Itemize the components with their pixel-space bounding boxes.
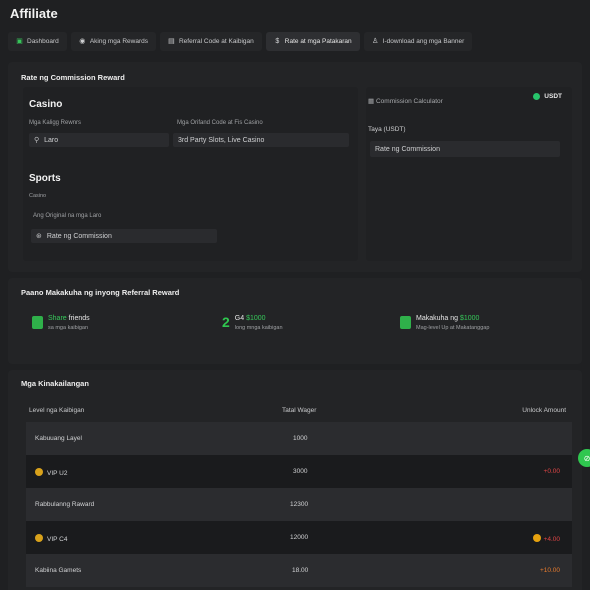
step-wager: 2 G4 $1000 long mnga kaibigan	[222, 315, 283, 331]
header-unlock: Unlock Amount	[522, 407, 566, 414]
tab-bar: ▣ Dashboard ◉ Aking mga Rewards ▤ Referr…	[8, 32, 473, 51]
support-chat-button[interactable]: ⊘	[578, 449, 590, 467]
table-row: VIP U2 3000 +0.00	[26, 455, 572, 488]
requirements-section: Mga Kinakailangan Level nga Kaibigan Tat…	[8, 370, 582, 590]
table-row: VIP C4 12000 +4.00	[26, 521, 572, 554]
cell-wager: 12000	[290, 534, 309, 541]
cell-unlock: +10.00	[539, 567, 560, 574]
step-number: 2	[222, 314, 230, 330]
currency-selector[interactable]: USDT	[533, 93, 562, 100]
cell-level: VIP U2	[35, 468, 67, 477]
vip-medal-icon	[35, 468, 43, 476]
gift-icon	[400, 316, 411, 329]
commission-rates-panel: Casino Mga Kaligg Rewnrs Mga Orifand Cod…	[23, 87, 358, 261]
cell-level: Kabuuang Layel	[35, 435, 82, 442]
dashboard-icon: ▣	[16, 38, 23, 45]
section-title: Rate ng Commission Reward	[21, 73, 125, 82]
header-level: Level nga Kaibigan	[29, 407, 85, 414]
step-desc: Mag-level Up at Makatanggap	[416, 325, 490, 331]
table-row: Kabiina Gamets 18.00 +10.00	[26, 554, 572, 587]
commission-rate-field[interactable]: ⊛ Rate ng Commission	[31, 229, 217, 243]
taya-label: Taya (USDT)	[368, 126, 406, 133]
tab-label: Aking mga Rewards	[89, 38, 148, 45]
rewards-label: Mga Kaligg Rewnrs	[29, 120, 82, 126]
tab-label: Referral Code at Kaibigan	[178, 38, 254, 45]
calculator-rate-field[interactable]: Rate ng Commission	[370, 141, 560, 157]
tab-referral[interactable]: ▤ Referral Code at Kaibigan	[159, 32, 262, 51]
cell-level: Kabiina Gamets	[35, 567, 82, 574]
page-title: Affiliate	[10, 6, 58, 21]
person-icon: ♙	[372, 38, 379, 45]
table-header: Level nga Kaibigan Tatal Wager Unlock Am…	[26, 398, 572, 422]
tab-rates[interactable]: $ Rate at mga Patakaran	[265, 32, 360, 51]
currency-label: USDT	[544, 93, 562, 100]
slots-field[interactable]: 3rd Party Slots, Live Casino	[173, 133, 349, 147]
casino-heading: Casino	[29, 99, 63, 110]
cell-unlock: +0.00	[543, 468, 560, 475]
field-value: Rate ng Commission	[375, 145, 440, 153]
users-icon: ▤	[168, 38, 175, 45]
table-row: Rabbulanng Raward 12300	[26, 488, 572, 521]
field-value: Laro	[44, 136, 59, 144]
link-icon: ⊘	[583, 453, 590, 463]
steps-row: Share friends sa mga kaibigan 2 G4 $1000…	[8, 300, 582, 340]
header-wager: Tatal Wager	[282, 407, 317, 414]
dollar-icon: $	[275, 38, 280, 45]
step-earn: Makakuha ng $1000 Mag-level Up at Makata…	[400, 315, 489, 331]
step-title: Share friends	[48, 315, 90, 322]
commission-section: Rate ng Commission Reward Casino Mga Kal…	[8, 62, 582, 272]
tab-label: I-download ang mga Banner	[382, 38, 465, 45]
game-field[interactable]: ⚲ Laro	[29, 133, 169, 147]
pin-icon: ◉	[79, 38, 86, 45]
field-value: Rate ng Commission	[46, 232, 112, 240]
cell-unlock: +4.00	[532, 534, 560, 543]
commission-calculator: ▦ Commission Calculator USDT Taya (USDT)…	[366, 87, 572, 261]
section-title: Paano Makakuha ng inyong Referral Reward	[21, 288, 180, 297]
tab-banners[interactable]: ♙ I-download ang mga Banner	[363, 32, 473, 51]
sports-sub-label: Casino	[29, 193, 47, 199]
requirements-table: Level nga Kaibigan Tatal Wager Unlock Am…	[26, 398, 572, 587]
section-title: Mga Kinakailangan	[21, 379, 89, 388]
cell-level: VIP C4	[35, 534, 67, 543]
tab-label: Dashboard	[27, 38, 59, 45]
calculator-icon: ▦	[368, 98, 375, 105]
cell-wager: 3000	[293, 468, 308, 475]
tab-dashboard[interactable]: ▣ Dashboard	[8, 32, 67, 51]
gamepad-icon: ⚲	[34, 137, 40, 144]
tab-label: Rate at mga Patakaran	[284, 38, 352, 45]
step-desc: long mnga kaibigan	[234, 325, 283, 331]
table-row: Kabuuang Layel 1000	[26, 422, 572, 455]
field-value: 3rd Party Slots, Live Casino	[178, 136, 265, 144]
step-title: G4 $1000	[234, 315, 266, 322]
calculator-title: ▦ Commission Calculator	[368, 98, 443, 105]
step-share: Share friends sa mga kaibigan	[32, 315, 90, 331]
original-games-label: Ang Original na mga Laro	[33, 213, 102, 219]
coin-icon	[532, 534, 541, 542]
usdt-coin-icon	[533, 93, 541, 100]
steps-section: Paano Makakuha ng inyong Referral Reward…	[8, 278, 582, 364]
cell-wager: 18.00	[292, 567, 309, 574]
share-icon	[32, 316, 43, 329]
cell-wager: 12300	[290, 501, 309, 508]
cell-level: Rabbulanng Raward	[35, 501, 95, 508]
sports-heading: Sports	[29, 173, 61, 184]
cell-wager: 1000	[293, 435, 308, 442]
referral-label: Mga Orifand Code at Fis Casino	[177, 120, 263, 126]
step-desc: sa mga kaibigan	[48, 325, 89, 331]
vip-medal-icon	[35, 534, 43, 542]
percent-icon: ⊛	[36, 233, 42, 240]
tab-rewards[interactable]: ◉ Aking mga Rewards	[70, 32, 156, 51]
step-title: Makakuha ng $1000	[416, 315, 480, 322]
